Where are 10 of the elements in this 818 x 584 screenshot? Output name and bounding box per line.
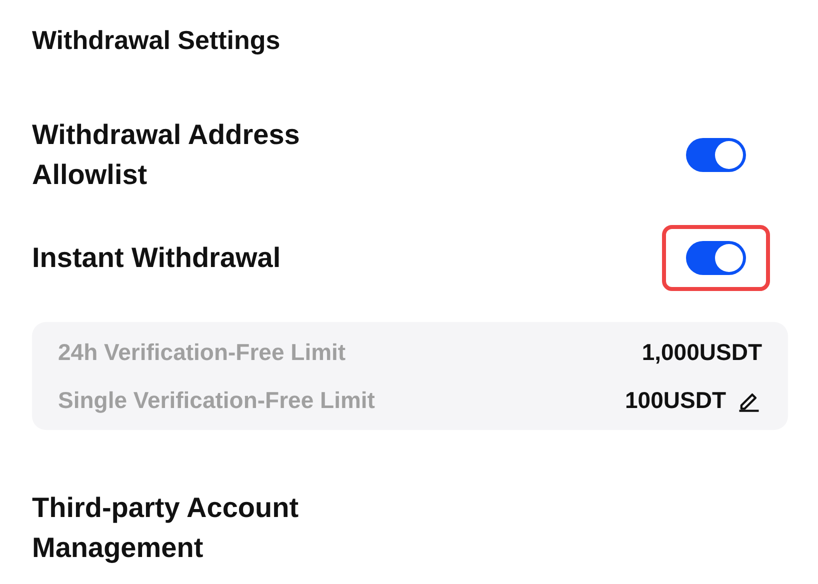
limit-label: 24h Verification-Free Limit: [58, 338, 346, 367]
limit-value: 100USDT: [625, 386, 726, 415]
limit-label: Single Verification-Free Limit: [58, 386, 375, 415]
section-title: Third-party Account Management: [32, 491, 300, 565]
setting-label: Instant Withdrawal: [32, 241, 281, 275]
section-title: Withdrawal Settings: [32, 24, 282, 57]
setting-label: Withdrawal Address Allowlist: [32, 118, 301, 192]
toggle-switch[interactable]: [686, 241, 746, 275]
limit-value: 1,000USDT: [642, 338, 762, 367]
toggle-switch[interactable]: [686, 138, 746, 172]
